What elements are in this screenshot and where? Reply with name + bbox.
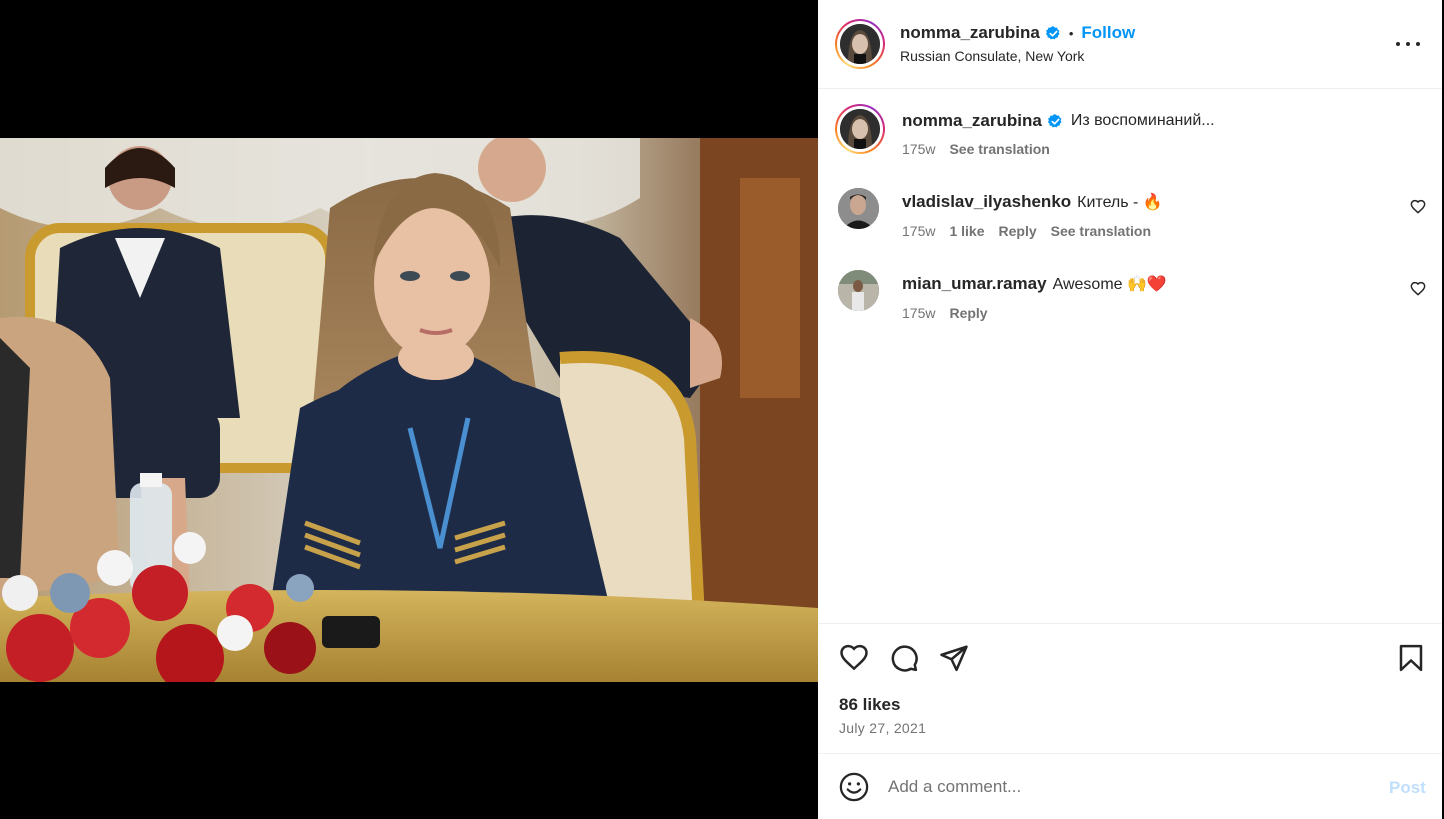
comment-row: vladislav_ilyashenko Китель - 🔥 <box>902 192 1163 212</box>
comment-author-username[interactable]: vladislav_ilyashenko <box>902 192 1071 212</box>
post-photo-illustration <box>0 138 818 682</box>
post-actions-bar: 86 likes July 27, 2021 <box>818 623 1442 753</box>
share-send-icon[interactable] <box>939 643 969 673</box>
separator-dot: • <box>1068 25 1074 41</box>
follow-button[interactable]: Follow <box>1081 23 1135 43</box>
comment-reply-button[interactable]: Reply <box>949 305 987 321</box>
caption-row: nomma_zarubina Из воспоминаний... <box>902 111 1215 131</box>
post-date[interactable]: July 27, 2021 <box>839 720 926 736</box>
post-header: nomma_zarubina • Follow Russian Consulat… <box>818 0 1442 89</box>
comment-likes-count[interactable]: 1 like <box>949 223 984 239</box>
caption-author-avatar[interactable] <box>835 104 885 154</box>
comment-like-heart-icon[interactable] <box>1410 199 1426 215</box>
caption-verified-badge-icon <box>1047 113 1062 127</box>
verified-badge-icon <box>1045 25 1060 39</box>
comment-composer: Post <box>818 753 1442 819</box>
post-comment-button[interactable]: Post <box>1389 778 1426 798</box>
comment-like-heart-icon[interactable] <box>1410 281 1426 297</box>
comment-bubble-icon[interactable] <box>889 643 919 673</box>
author-avatar[interactable] <box>835 19 885 69</box>
caption-timestamp[interactable]: 175w <box>902 141 935 157</box>
comment-2-avatar-image <box>838 270 879 311</box>
more-options-icon[interactable] <box>1396 34 1420 54</box>
caption-text: Из воспоминаний... <box>1070 112 1215 129</box>
comment-meta: 175w 1 like Reply See translation <box>902 223 1151 239</box>
comment-avatar[interactable] <box>838 188 879 229</box>
comment-meta: 175w Reply <box>902 305 988 321</box>
caption-avatar-image <box>840 109 880 149</box>
comment-1-avatar-image <box>838 188 879 229</box>
comment-timestamp[interactable]: 175w <box>902 305 935 321</box>
post-details-panel: nomma_zarubina • Follow Russian Consulat… <box>818 0 1442 819</box>
like-heart-icon[interactable] <box>839 643 869 673</box>
comment-text: Китель - 🔥 <box>1077 194 1163 211</box>
comment-text: Awesome 🙌❤️ <box>1052 276 1167 293</box>
header-user-row: nomma_zarubina • Follow <box>900 23 1135 43</box>
caption-see-translation-button[interactable]: See translation <box>949 141 1049 157</box>
comment-author-username[interactable]: mian_umar.ramay <box>902 274 1047 294</box>
likes-count[interactable]: 86 likes <box>839 695 900 715</box>
caption-author-username[interactable]: nomma_zarubina <box>902 111 1042 131</box>
comment-row: mian_umar.ramay Awesome 🙌❤️ <box>902 274 1167 294</box>
comment-input[interactable] <box>888 774 1368 800</box>
caption-meta: 175w See translation <box>902 141 1050 157</box>
comment-timestamp[interactable]: 175w <box>902 223 935 239</box>
post-photo[interactable] <box>0 138 818 682</box>
comment-reply-button[interactable]: Reply <box>999 223 1037 239</box>
comment-see-translation-button[interactable]: See translation <box>1051 223 1151 239</box>
author-username[interactable]: nomma_zarubina <box>900 23 1040 43</box>
emoji-icon[interactable] <box>839 772 869 802</box>
author-avatar-image <box>840 24 880 64</box>
comment-avatar[interactable] <box>838 270 879 311</box>
post-location[interactable]: Russian Consulate, New York <box>900 48 1084 64</box>
post-media-area <box>0 0 818 819</box>
save-bookmark-icon[interactable] <box>1396 643 1426 673</box>
